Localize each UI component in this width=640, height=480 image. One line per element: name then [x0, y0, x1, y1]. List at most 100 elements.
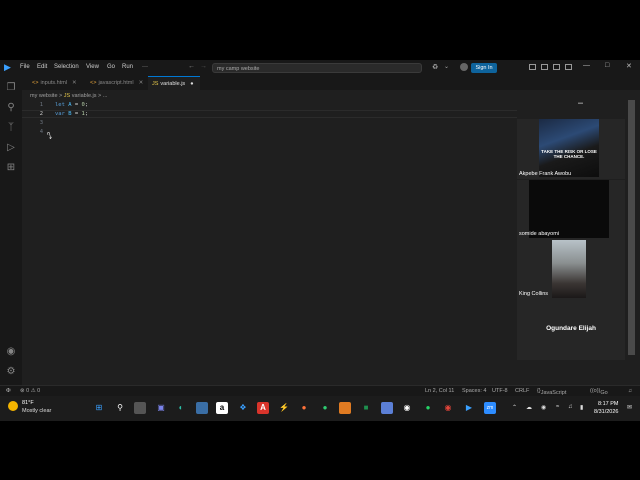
chevron-down-icon[interactable]: ⌄	[444, 63, 449, 70]
editor-tabs: <> inputs.html ✕ <> javascript.html ✕ JS vari…	[22, 76, 640, 90]
vscode-logo-icon: ▶	[4, 62, 11, 72]
toggle-panel-icon[interactable]	[541, 64, 548, 70]
problems-indicator[interactable]: ⊗ 0 ⚠ 0	[20, 388, 40, 394]
chat-app-icon[interactable]: ●	[319, 402, 331, 414]
go-live-button[interactable]: ((o)) Go Live	[590, 388, 610, 402]
code-line-1[interactable]: let A = 0;	[55, 102, 88, 108]
minimap[interactable]: ▬	[578, 100, 583, 106]
chrome-icon[interactable]: ◉	[442, 402, 454, 414]
breadcrumb-file[interactable]: variable.js	[72, 93, 97, 99]
breadcrumb-folder[interactable]: my website	[30, 93, 58, 99]
sign-in-button[interactable]: Sign In	[471, 63, 497, 73]
end-of-line[interactable]: CRLF	[515, 388, 529, 394]
weather-moon-icon[interactable]	[8, 401, 18, 411]
zoom-icon[interactable]: zm	[484, 402, 496, 414]
operator: =	[71, 102, 82, 108]
search-icon[interactable]: ⚲	[5, 102, 17, 113]
chevron-up-icon[interactable]: ⌃	[512, 404, 517, 411]
store-icon[interactable]	[196, 402, 208, 414]
clock-date[interactable]: 8/31/2026	[594, 409, 618, 415]
copilot-icon[interactable]: ♻	[432, 63, 438, 71]
menu-edit[interactable]: Edit	[37, 64, 47, 70]
tab-variable-js[interactable]: JS variable.js ●	[148, 76, 200, 90]
account-profile-icon[interactable]: ◉	[5, 346, 17, 357]
participant-video	[539, 119, 599, 177]
forward-arrow-icon[interactable]: →	[200, 63, 207, 70]
cursor-position[interactable]: Ln 2, Col 11	[425, 388, 454, 394]
lightning-app-icon[interactable]: ⚡	[278, 402, 290, 414]
account-icon[interactable]	[460, 63, 468, 71]
minimize-icon[interactable]: —	[583, 62, 590, 69]
source-control-icon[interactable]: ᛉ	[5, 122, 17, 133]
participant-tile[interactable]: TAKE THE RISK OR LOSE THE CHANCE. Akpebe…	[517, 119, 625, 179]
remote-icon[interactable]: ✠	[6, 388, 11, 394]
clock-time[interactable]: 8:17 PM	[598, 401, 618, 407]
title-bar: ▶ File Edit Selection View Go Run ··· ← …	[0, 60, 640, 76]
weather-temperature[interactable]: 81°F	[22, 400, 34, 406]
maximize-icon[interactable]: □	[605, 62, 609, 69]
menu-go[interactable]: Go	[107, 64, 115, 70]
run-debug-icon[interactable]: ▷	[5, 142, 17, 153]
back-arrow-icon[interactable]: ←	[188, 63, 195, 70]
participant-tile[interactable]: somide abayomi	[517, 180, 625, 240]
settings-gear-icon[interactable]: ⚙	[5, 366, 17, 377]
menu-run[interactable]: Run	[122, 64, 133, 70]
notifications-bell-icon[interactable]: ♫	[628, 388, 632, 394]
menu-more[interactable]: ···	[142, 64, 148, 70]
weather-description[interactable]: Mostly clear	[22, 408, 51, 414]
menu-selection[interactable]: Selection	[54, 64, 79, 70]
extensions-icon[interactable]: ⊞	[5, 162, 17, 173]
explorer-icon[interactable]: ❐	[5, 82, 17, 93]
firefox-icon[interactable]: ●	[298, 402, 310, 414]
unsaved-dot-icon[interactable]: ●	[190, 81, 193, 87]
tab-inputs-html[interactable]: <> inputs.html ✕	[28, 76, 86, 90]
toggle-primary-sidebar-icon[interactable]	[529, 64, 536, 70]
windows-start-icon[interactable]: ⊞	[93, 402, 105, 414]
dropbox-icon[interactable]: ❖	[237, 402, 249, 414]
encoding[interactable]: UTF-8	[492, 388, 508, 394]
green-app-icon[interactable]: ■	[360, 402, 372, 414]
js-file-icon: JS	[63, 93, 71, 99]
close-icon[interactable]: ✕	[72, 80, 77, 86]
menu-file[interactable]: File	[20, 64, 30, 70]
code-editor[interactable]: 1 let A = 0; 2 var B = 1; 3 4	[22, 102, 502, 252]
vscode-taskbar-icon[interactable]: ▶	[463, 402, 475, 414]
whatsapp-icon[interactable]: ●	[422, 402, 434, 414]
breadcrumb-more[interactable]: ...	[103, 93, 108, 99]
command-center-search[interactable]: my camp website	[212, 63, 422, 73]
volume-icon[interactable]: ♫	[568, 404, 573, 410]
amazon-icon[interactable]: a	[216, 402, 228, 414]
acrobat-icon[interactable]: A	[257, 402, 269, 414]
windows-taskbar: 81°F Mostly clear ⊞ ⚲ ▣ ◐ a ❖ A ⚡ ● ● ■ …	[0, 396, 640, 421]
code-line-2[interactable]: var B = 1;	[55, 111, 88, 117]
toggle-secondary-sidebar-icon[interactable]	[553, 64, 560, 70]
participant-video	[552, 240, 586, 298]
js-file-icon: JS	[152, 81, 159, 87]
cloud-icon[interactable]: ☁	[526, 404, 532, 411]
edge-icon[interactable]: ◐	[175, 402, 187, 414]
teams-icon[interactable]: ▣	[155, 402, 167, 414]
github-icon[interactable]: ◉	[401, 402, 413, 414]
app-tray-icon[interactable]: ◉	[541, 404, 546, 411]
search-icon[interactable]: ⚲	[114, 402, 126, 414]
battery-icon[interactable]: ▮	[580, 404, 583, 411]
notification-icon[interactable]: ✉	[627, 404, 632, 411]
tab-label: inputs.html	[40, 80, 68, 86]
close-icon[interactable]: ✕	[139, 80, 144, 86]
participant-tile[interactable]: King Collins	[517, 240, 625, 300]
menu-view[interactable]: View	[86, 64, 99, 70]
participant-tile[interactable]: Ogundare Elijah	[517, 300, 625, 360]
customize-layout-icon[interactable]	[565, 64, 572, 70]
tab-javascript-html[interactable]: <> javascript.html ✕	[86, 76, 148, 90]
xampp-icon[interactable]	[339, 402, 351, 414]
zoom-participants-panel: TAKE THE RISK OR LOSE THE CHANCE. Akpebe…	[517, 119, 627, 360]
indentation[interactable]: Spaces: 4	[462, 388, 486, 394]
wifi-icon[interactable]: ≈	[556, 404, 559, 410]
vertical-scrollbar[interactable]	[628, 100, 635, 355]
tab-label: variable.js	[160, 81, 186, 87]
outlook-icon[interactable]	[381, 402, 393, 414]
task-view-icon[interactable]	[134, 402, 146, 414]
close-window-icon[interactable]: ✕	[626, 62, 632, 70]
language-mode[interactable]: {} JavaScript	[537, 388, 566, 396]
vscode-window: ▶ File Edit Selection View Go Run ··· ← …	[0, 60, 640, 421]
